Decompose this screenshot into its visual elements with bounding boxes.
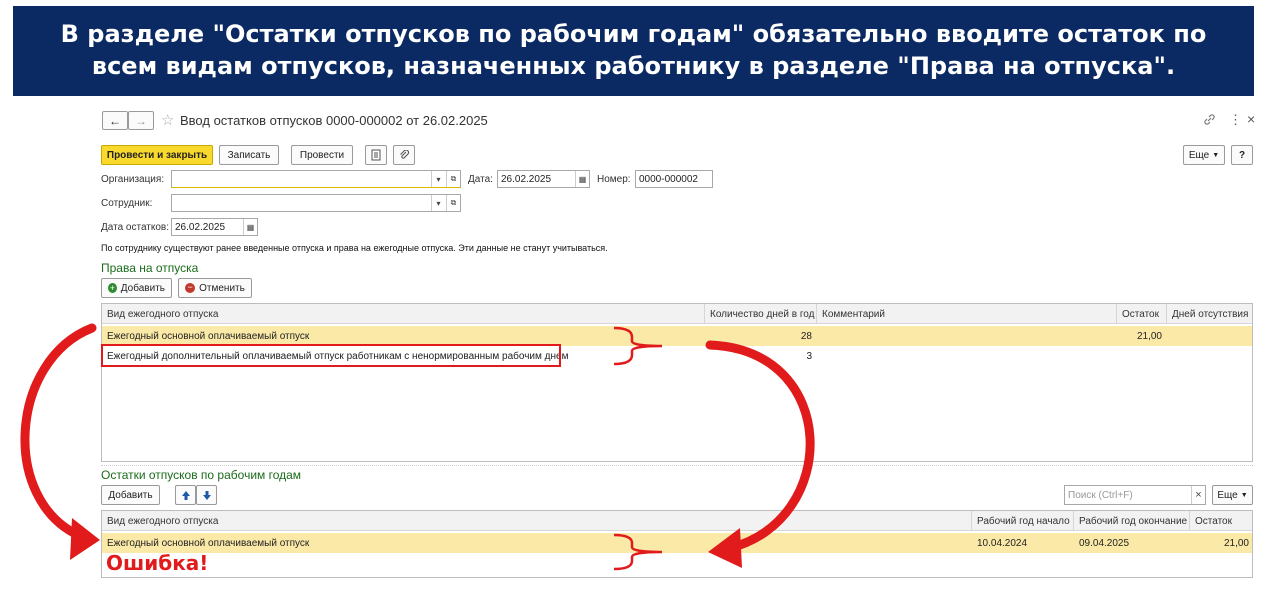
balances-row-start: 10.04.2024 (977, 537, 1028, 549)
chevron-down-icon: ▼ (1212, 151, 1220, 159)
attachment-icon[interactable] (393, 145, 415, 165)
organization-label: Организация: (101, 174, 165, 185)
organization-dropdown-icon[interactable]: ▾ (431, 171, 445, 187)
organization-field[interactable]: ▾ ⧉ (171, 170, 461, 188)
rights-col-balance[interactable]: Остаток (1117, 304, 1167, 324)
save-button[interactable]: Записать (219, 145, 279, 165)
left-arrow-icon (20, 323, 97, 541)
rights-row-type: Ежегодный основной оплачиваемый отпуск (107, 330, 310, 342)
divider (101, 465, 1253, 466)
left-arrowhead-icon (70, 518, 100, 560)
more-label: Еще (1188, 149, 1210, 161)
balances-table-header: Вид ежегодного отпуска Рабочий год начал… (102, 511, 1252, 531)
report-icon[interactable] (365, 145, 387, 165)
notice-text: По сотруднику существуют ранее введенные… (101, 243, 608, 253)
link-icon[interactable] (1203, 113, 1216, 129)
rights-col-comment[interactable]: Комментарий (817, 304, 1117, 324)
employee-field[interactable]: ▾ ⧉ (171, 194, 461, 212)
employee-label: Сотрудник: (101, 198, 153, 209)
balance-date-label: Дата остатков: (101, 222, 170, 233)
move-up-icon[interactable] (175, 485, 196, 505)
balances-row-type: Ежегодный основной оплачиваемый отпуск (107, 537, 310, 549)
employee-open-icon[interactable]: ⧉ (446, 195, 460, 211)
balances-row-balance: 21,00 (1223, 537, 1249, 549)
balances-row[interactable]: Ежегодный основной оплачиваемый отпуск 1… (102, 533, 1252, 553)
date-field[interactable]: 26.02.2025 ▦ (497, 170, 590, 188)
balances-more-label: Еще (1217, 489, 1238, 501)
help-button[interactable]: ? (1231, 145, 1253, 165)
error-label: Ошибка! (106, 551, 209, 575)
balances-col-end[interactable]: Рабочий год окончание (1074, 511, 1190, 531)
favorite-star-icon[interactable]: ☆ (161, 111, 174, 129)
chevron-down-icon: ▼ (1240, 491, 1248, 499)
rights-add-button[interactable]: + Добавить (101, 278, 172, 298)
rights-add-label: Добавить (120, 282, 165, 294)
rights-row-days: 28 (800, 330, 812, 342)
post-and-close-button[interactable]: Провести и закрыть (101, 145, 213, 165)
balance-date-value: 26.02.2025 (175, 221, 226, 233)
cancel-icon: − (185, 283, 196, 293)
forward-button[interactable]: → (128, 111, 154, 130)
number-value: 0000-000002 (639, 173, 698, 185)
banner-line-2: всем видам отпусков, назначенных работни… (91, 52, 1176, 80)
rights-row-comment (817, 326, 1117, 346)
move-down-icon[interactable] (196, 485, 217, 505)
clear-search-icon[interactable]: × (1191, 486, 1205, 504)
rights-col-days[interactable]: Количество дней в год (705, 304, 817, 324)
date-label: Дата: (468, 174, 493, 185)
employee-dropdown-icon[interactable]: ▾ (431, 195, 445, 211)
rights-cancel-label: Отменить (199, 282, 245, 294)
rights-section-title: Права на отпуска (101, 261, 199, 275)
rights-row-balance: 21,00 (1136, 330, 1162, 342)
balance-calendar-icon[interactable]: ▦ (243, 219, 257, 235)
calendar-icon[interactable]: ▦ (575, 171, 589, 187)
date-value: 26.02.2025 (501, 173, 552, 185)
balance-date-field[interactable]: 26.02.2025 ▦ (171, 218, 258, 236)
balances-more-button[interactable]: Еще ▼ (1212, 485, 1253, 505)
search-input[interactable]: Поиск (Ctrl+F) × (1064, 485, 1206, 505)
search-placeholder: Поиск (Ctrl+F) (1068, 489, 1133, 501)
close-icon[interactable]: × (1247, 111, 1255, 127)
balances-table[interactable]: Вид ежегодного отпуска Рабочий год начал… (101, 510, 1253, 578)
rights-row-absence (1167, 346, 1254, 366)
number-label: Номер: (597, 174, 631, 185)
rights-row-balance (1117, 346, 1167, 366)
rights-row-absence (1167, 326, 1254, 346)
rights-col-absence[interactable]: Дней отсутствия (1167, 304, 1254, 324)
rights-row[interactable]: Ежегодный основной оплачиваемый отпуск 2… (102, 326, 1252, 346)
number-field[interactable]: 0000-000002 (635, 170, 713, 188)
rights-cancel-button[interactable]: − Отменить (178, 278, 252, 298)
window-title: Ввод остатков отпусков 0000-000002 от 26… (180, 113, 488, 128)
instruction-banner: В разделе "Остатки отпусков по рабочим г… (13, 6, 1254, 96)
balances-col-balance[interactable]: Остаток (1190, 511, 1254, 531)
more-button[interactable]: Еще ▼ (1183, 145, 1225, 165)
rights-row-comment (817, 346, 1117, 366)
rights-col-type[interactable]: Вид ежегодного отпуска (102, 304, 705, 324)
rights-table-header: Вид ежегодного отпуска Количество дней в… (102, 304, 1252, 324)
highlight-box (101, 344, 561, 367)
organization-open-icon[interactable]: ⧉ (446, 171, 460, 187)
back-button[interactable]: ← (102, 111, 128, 130)
balances-col-start[interactable]: Рабочий год начало (972, 511, 1074, 531)
balances-add-button[interactable]: Добавить (101, 485, 160, 505)
add-icon: + (108, 283, 117, 293)
banner-line-1: В разделе "Остатки отпусков по рабочим г… (60, 20, 1207, 48)
post-button[interactable]: Провести (291, 145, 353, 165)
balances-section-title: Остатки отпусков по рабочим годам (101, 468, 302, 482)
balances-col-type[interactable]: Вид ежегодного отпуска (102, 511, 972, 531)
balances-row-end: 09.04.2025 (1079, 537, 1130, 549)
menu-icon[interactable]: ⋮ (1229, 112, 1242, 128)
rights-row-days: 3 (806, 350, 812, 362)
rights-table[interactable]: Вид ежегодного отпуска Количество дней в… (101, 303, 1253, 462)
